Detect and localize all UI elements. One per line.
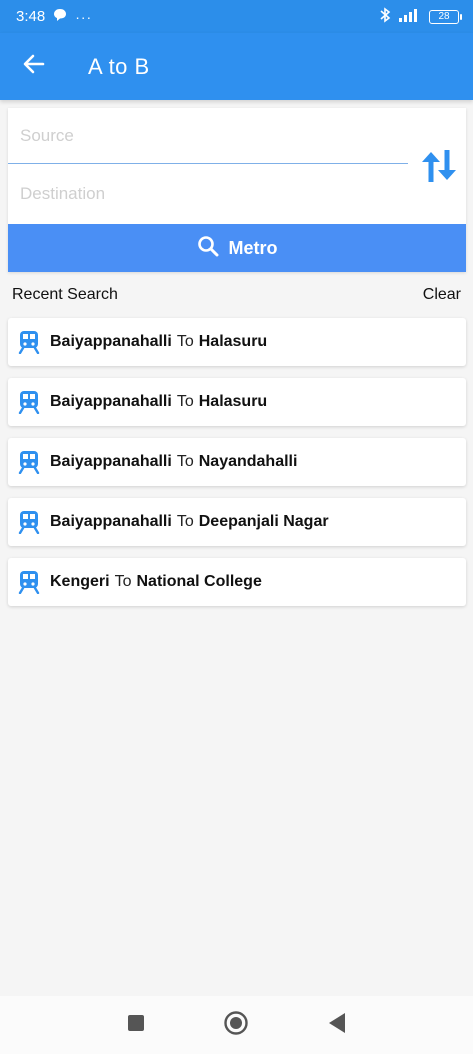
bluetooth-icon: [379, 6, 391, 27]
recent-search-title: Recent Search: [12, 286, 118, 303]
route-connector: To: [176, 453, 194, 470]
route-from: Kengeri: [50, 573, 110, 590]
train-icon: [18, 510, 40, 534]
status-right: 28: [379, 6, 462, 27]
status-left: 3:48 ···: [16, 8, 92, 26]
search-icon: [197, 235, 219, 262]
route-connector: To: [176, 393, 194, 410]
list-item[interactable]: Baiyappanahalli To Halasuru: [8, 378, 466, 426]
recents-button[interactable]: [127, 1014, 145, 1037]
back-button[interactable]: [0, 33, 68, 100]
list-item[interactable]: Baiyappanahalli To Deepanjali Nagar: [8, 498, 466, 546]
recent-search-header: Recent Search Clear: [12, 283, 461, 307]
route-to: Halasuru: [198, 393, 268, 410]
clear-button[interactable]: Clear: [423, 286, 461, 304]
route-to: Nayandahalli: [198, 453, 298, 470]
route-connector: To: [114, 573, 132, 590]
train-icon: [18, 570, 40, 594]
app-bar: A to B: [0, 33, 473, 100]
list-item[interactable]: Kengeri To National College: [8, 558, 466, 606]
search-card: Metro: [8, 108, 466, 272]
list-item[interactable]: Baiyappanahalli To Halasuru: [8, 318, 466, 366]
arrow-left-icon: [23, 54, 45, 79]
system-nav-bar: [0, 996, 473, 1054]
route-from: Baiyappanahalli: [50, 453, 172, 470]
route-to: Halasuru: [198, 333, 268, 350]
destination-input[interactable]: [20, 184, 396, 204]
destination-field: [8, 166, 408, 222]
train-icon: [18, 450, 40, 474]
home-button[interactable]: [223, 1010, 249, 1041]
list-item[interactable]: Baiyappanahalli To Nayandahalli: [8, 438, 466, 486]
page-title: A to B: [88, 53, 150, 79]
metro-search-button[interactable]: Metro: [8, 224, 466, 272]
route-connector: To: [176, 513, 194, 530]
battery-icon: 28: [429, 9, 462, 24]
train-icon: [18, 390, 40, 414]
status-bar: 3:48 ··· 28: [0, 0, 473, 33]
source-input[interactable]: [20, 125, 396, 146]
back-nav-button[interactable]: [327, 1012, 347, 1039]
route-to: National College: [136, 573, 262, 590]
swap-vertical-icon: [420, 149, 458, 187]
status-more: ···: [75, 8, 93, 25]
route-from: Baiyappanahalli: [50, 393, 172, 410]
status-time: 3:48: [16, 8, 46, 25]
chat-bubble-icon: [53, 8, 67, 26]
metro-button-label: Metro: [228, 237, 278, 258]
signal-icon: [399, 8, 421, 26]
train-icon: [18, 330, 40, 354]
recent-search-list: Baiyappanahalli To Halasuru Baiyappanaha…: [8, 318, 466, 618]
route-connector: To: [176, 333, 194, 350]
route-to: Deepanjali Nagar: [198, 513, 329, 530]
swap-button[interactable]: [418, 148, 460, 188]
route-from: Baiyappanahalli: [50, 513, 172, 530]
source-field: [8, 108, 408, 164]
route-from: Baiyappanahalli: [50, 333, 172, 350]
